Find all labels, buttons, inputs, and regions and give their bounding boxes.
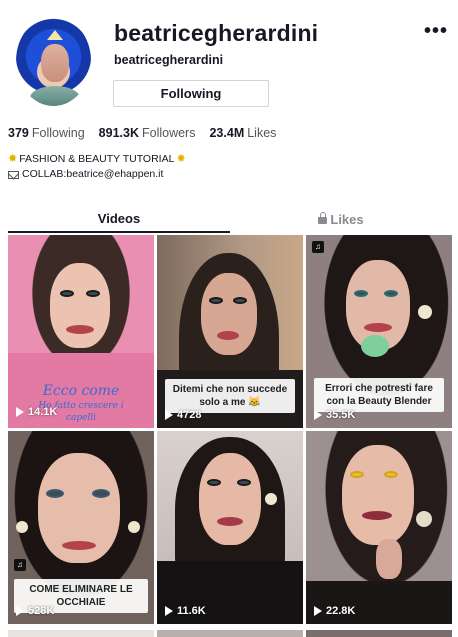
tab-likes-label: Likes <box>330 211 364 227</box>
video-thumbnail-eye <box>209 297 223 304</box>
video-view-count: 11.6K <box>177 605 206 617</box>
bio-collab: COLLAB:beatrice@ehappen.it <box>22 168 164 180</box>
profile-stats: 379 Following 891.3K Followers 23.4M Likes <box>8 126 276 140</box>
earring-icon <box>418 305 432 319</box>
video-thumbnail-face <box>50 263 110 348</box>
tiktok-icon: ♫ <box>14 559 26 571</box>
video-thumbnail-lips <box>217 331 239 340</box>
tab-videos-label: Videos <box>97 210 141 226</box>
video-tile-partial[interactable] <box>157 630 303 637</box>
sparkle-icon: ✸ <box>176 153 186 165</box>
video-caption: Errori che potresti fare con la Beauty B… <box>314 378 444 412</box>
video-views: 528K <box>16 605 54 617</box>
profile-bio: ✸ FASHION & BEAUTY TUTORIAL ✸ COLLAB:bea… <box>8 152 186 182</box>
video-thumbnail-eye <box>350 471 364 478</box>
play-icon <box>165 606 173 616</box>
stat-following[interactable]: 379 Following <box>8 126 85 140</box>
avatar[interactable] <box>16 16 91 106</box>
play-icon <box>314 410 322 420</box>
earring-icon <box>128 521 140 533</box>
more-options-icon[interactable]: ••• <box>424 20 448 43</box>
video-thumbnail-face <box>342 445 414 545</box>
bio-line-1: ✸ FASHION & BEAUTY TUTORIAL ✸ <box>8 152 186 167</box>
play-icon <box>314 606 322 616</box>
video-tile[interactable]: 11.6K <box>157 431 303 624</box>
beauty-blender-icon <box>361 335 389 357</box>
play-icon <box>16 606 24 616</box>
video-view-count: 4728 <box>177 409 202 421</box>
video-views: 11.6K <box>165 605 206 617</box>
video-tile[interactable]: Ditemi che non succede solo a me 😹 4728 <box>157 235 303 428</box>
lock-icon <box>318 211 328 224</box>
video-view-count: 22.8K <box>326 605 356 617</box>
tab-likes[interactable]: Likes <box>230 205 452 233</box>
video-thumbnail-eye <box>207 479 221 486</box>
video-thumbnail-eye <box>354 290 368 297</box>
following-count: 379 <box>8 126 29 140</box>
earring-icon <box>416 511 432 527</box>
followers-label: Followers <box>141 126 196 140</box>
video-caption: Ecco come <box>42 383 120 399</box>
bio-line-2: COLLAB:beatrice@ehappen.it <box>8 167 186 182</box>
video-thumbnail-body <box>306 581 452 624</box>
bio-tagline: FASHION & BEAUTY TUTORIAL <box>19 153 175 165</box>
profile-nickname: beatricegherardini <box>114 53 224 67</box>
earring-icon <box>265 493 277 505</box>
video-tile[interactable]: ♫ COME ELIMINARE LE OCCHIAIE 528K <box>8 431 154 624</box>
tab-videos[interactable]: Videos <box>8 205 230 233</box>
video-views: 14.1K <box>16 406 57 418</box>
play-icon <box>165 410 173 420</box>
video-thumbnail-lips <box>62 541 96 550</box>
video-tile-partial[interactable] <box>306 630 452 637</box>
avatar-crown <box>47 30 63 40</box>
video-thumbnail-eye <box>60 290 74 297</box>
video-tile[interactable]: ♫ Errori che potresti fare con la Beauty… <box>306 235 452 428</box>
profile-header: beatricegherardini beatricegherardini ••… <box>0 0 458 120</box>
stat-likes: 23.4M Likes <box>209 126 276 140</box>
following-button[interactable]: Following <box>113 80 269 107</box>
video-thumbnail-lips <box>362 511 392 520</box>
video-thumbnail-eye <box>233 297 247 304</box>
likes-label: Likes <box>247 126 277 140</box>
profile-tabs: Videos Likes <box>8 205 452 233</box>
video-thumbnail-eye <box>384 471 398 478</box>
video-tile-partial[interactable] <box>8 630 154 637</box>
video-view-count: 35.5K <box>326 409 356 421</box>
video-thumbnail-face <box>201 273 257 355</box>
avatar-face <box>41 44 69 82</box>
video-thumbnail-hand <box>376 539 402 579</box>
video-thumbnail-eye <box>46 489 64 498</box>
followers-count: 891.3K <box>98 126 139 140</box>
video-caption: Ditemi che non succede solo a me 😹 <box>165 379 295 413</box>
avatar-shoulder <box>30 86 80 106</box>
video-thumbnail-eye <box>86 290 100 297</box>
play-icon <box>16 407 24 417</box>
video-thumbnail-face <box>199 453 261 545</box>
video-thumbnail-eye <box>384 290 398 297</box>
mail-icon <box>8 170 19 179</box>
video-thumbnail-eye <box>92 489 110 498</box>
video-thumbnail-lips <box>66 325 94 334</box>
tiktok-icon: ♫ <box>312 241 324 253</box>
video-views: 4728 <box>165 409 201 421</box>
video-thumbnail-eye <box>237 479 251 486</box>
video-tile[interactable]: Ecco come Ho fatto crescere i capelli 14… <box>8 235 154 428</box>
video-tile[interactable]: 22.8K <box>306 431 452 624</box>
video-views: 35.5K <box>314 409 355 421</box>
video-views: 22.8K <box>314 605 355 617</box>
likes-count: 23.4M <box>209 126 245 140</box>
video-view-count: 528K <box>28 605 55 617</box>
sparkle-icon: ✸ <box>8 153 18 165</box>
video-thumbnail-lips <box>364 323 392 332</box>
video-view-count: 14.1K <box>28 406 58 418</box>
next-row-peek <box>0 630 458 637</box>
earring-icon <box>16 521 28 533</box>
video-thumbnail-lips <box>217 517 243 526</box>
stat-followers[interactable]: 891.3K Followers <box>99 126 196 140</box>
following-label: Following <box>31 126 85 140</box>
profile-username: beatricegherardini <box>114 20 319 46</box>
